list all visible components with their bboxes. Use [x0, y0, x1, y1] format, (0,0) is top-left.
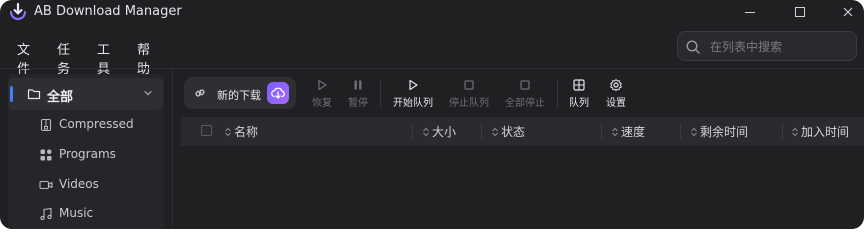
search-icon [686, 40, 700, 54]
pause-label: 暂停 [348, 98, 368, 109]
column-header-label: 状态 [501, 125, 526, 139]
start-queue-label: 开始队列 [393, 98, 433, 109]
column-header-label: 名称 [234, 125, 259, 139]
minimize-button[interactable] [740, 3, 760, 21]
column-separator[interactable] [782, 123, 783, 139]
settings-label: 设置 [606, 98, 626, 109]
column-header-remaining[interactable]: 剩余时间 [691, 123, 748, 140]
queue-label: 队列 [569, 98, 589, 109]
column-header-status[interactable]: 状态 [492, 123, 525, 140]
programs-icon [40, 149, 52, 161]
sort-icon [691, 127, 697, 137]
toolbar-separator [380, 80, 381, 108]
menu-help[interactable]: 帮助 [137, 39, 150, 77]
stop-all-label: 全部停止 [505, 98, 545, 109]
maximize-icon [795, 7, 805, 17]
close-button[interactable] [838, 3, 858, 21]
link-icon [195, 89, 205, 97]
stop-queue-button[interactable]: 停止队列 [447, 78, 491, 112]
column-header-label: 速度 [621, 125, 646, 139]
pause-icon [354, 80, 362, 90]
sort-icon [612, 127, 618, 137]
archive-icon [40, 118, 52, 132]
search-box[interactable] [677, 31, 857, 61]
play-icon [409, 79, 418, 91]
sidebar-item-label: Compressed [59, 117, 134, 131]
menu-tasks[interactable]: 任务 [57, 39, 70, 77]
column-header-label: 大小 [432, 125, 457, 139]
sort-icon [792, 127, 798, 137]
column-separator[interactable] [680, 123, 681, 139]
settings-button[interactable]: 设置 [603, 78, 629, 112]
app-title: AB Download Manager [34, 4, 182, 19]
search-input[interactable] [708, 36, 852, 58]
sort-icon [225, 127, 231, 137]
download-list [181, 146, 864, 229]
chevron-down-icon[interactable] [143, 88, 153, 98]
sort-icon [492, 127, 498, 137]
app-logo-icon [9, 2, 27, 21]
video-icon [39, 180, 53, 190]
app-window: AB Download Manager 文件 任务 工具 帮助 全部 [0, 0, 864, 229]
music-icon [40, 207, 52, 221]
sidebar-item-label: Videos [59, 177, 99, 191]
select-all-checkbox[interactable] [201, 125, 212, 136]
new-download-label: 新的下载 [217, 89, 261, 102]
stop-icon [464, 80, 474, 90]
header-divider [0, 68, 864, 69]
stop-icon [520, 80, 530, 90]
sidebar-divider [172, 69, 173, 229]
column-header-added[interactable]: 加入时间 [792, 123, 849, 140]
active-indicator [10, 86, 13, 102]
menu-tools[interactable]: 工具 [97, 39, 110, 77]
column-header-speed[interactable]: 速度 [612, 123, 645, 140]
sort-icon [423, 127, 429, 137]
column-header-label: 加入时间 [801, 125, 850, 139]
column-separator[interactable] [481, 123, 482, 139]
queue-button[interactable]: 队列 [566, 78, 592, 112]
toolbar-separator [557, 80, 558, 108]
gear-icon [610, 79, 622, 92]
column-header-size[interactable]: 大小 [423, 123, 456, 140]
table-header: 名称 大小 状态 速度 剩余时间 加入时间 [181, 117, 864, 146]
sidebar-item-all-label: 全部 [47, 90, 74, 105]
column-header-label: 剩余时间 [700, 125, 749, 139]
close-icon [843, 7, 853, 17]
play-icon [318, 79, 327, 91]
stop-queue-label: 停止队列 [449, 98, 489, 109]
menu-file[interactable]: 文件 [17, 39, 30, 77]
start-queue-button[interactable]: 开始队列 [391, 78, 435, 112]
stop-all-button[interactable]: 全部停止 [503, 78, 547, 112]
new-download-button[interactable]: 新的下载 [184, 77, 296, 109]
cloud-download-icon [267, 82, 289, 104]
maximize-button[interactable] [790, 3, 810, 21]
resume-button[interactable]: 恢复 [309, 78, 335, 112]
column-header-name[interactable]: 名称 [225, 123, 258, 140]
pause-button[interactable]: 暂停 [345, 78, 371, 112]
minimize-icon [745, 12, 755, 13]
folder-icon [27, 89, 41, 100]
queue-icon [573, 79, 585, 91]
resume-label: 恢复 [312, 98, 332, 109]
sidebar-item-label: Programs [59, 147, 116, 161]
column-separator[interactable] [601, 123, 602, 139]
sidebar-item-label: Music [59, 206, 94, 220]
column-separator[interactable] [412, 123, 413, 139]
title-bar: AB Download Manager [0, 0, 864, 24]
